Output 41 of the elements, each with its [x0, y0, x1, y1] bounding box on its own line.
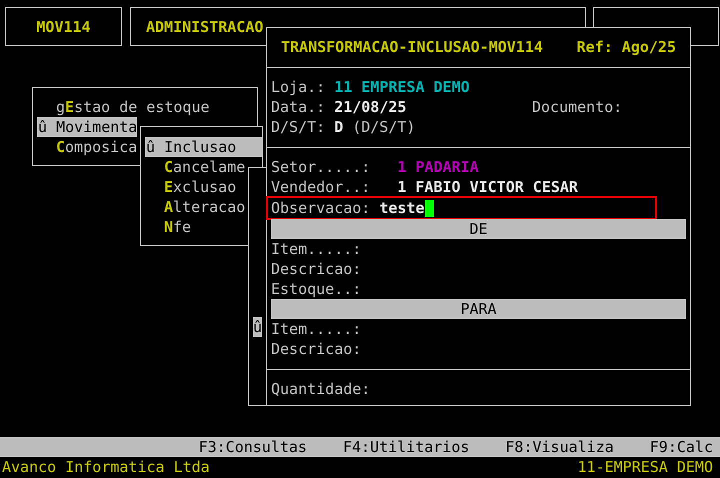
- company-name: Avanco Informatica Ltda: [2, 457, 210, 477]
- field-value: D: [334, 117, 344, 137]
- field-value: 21/08/25: [334, 97, 406, 117]
- menu-item[interactable]: Exclusao: [163, 177, 236, 197]
- field-label: Documento:: [532, 97, 622, 117]
- field-value: 11 EMPRESA DEMO: [334, 77, 470, 97]
- menu-item[interactable]: û Inclusao: [145, 137, 262, 157]
- field-label: Estoque..:: [271, 279, 362, 299]
- module-name: ADMINISTRACAO: [146, 16, 264, 36]
- section-header: PARA: [271, 299, 686, 319]
- field-label: D/S/T:: [271, 117, 326, 137]
- field-label: Vendedor..:: [271, 177, 370, 197]
- menu-item[interactable]: Alteracao: [163, 197, 246, 217]
- menu-item[interactable]: Cancelame: [163, 157, 246, 177]
- menu-item[interactable]: Nfe: [163, 217, 192, 237]
- field-label: Quantidade:: [271, 379, 370, 399]
- marker-glyph: û: [253, 317, 262, 337]
- menu-item[interactable]: gEstao de estoque: [55, 97, 210, 117]
- field-label: Item.....:: [271, 239, 362, 259]
- function-key[interactable]: F3:Consultas: [198, 437, 307, 457]
- field-hint: (D/S/T): [352, 117, 416, 137]
- section-header: DE: [271, 219, 686, 239]
- function-key[interactable]: F8:Visualiza: [505, 437, 614, 457]
- field-value: 1 FABIO VICTOR CESAR: [397, 177, 578, 197]
- input-value[interactable]: teste: [379, 198, 424, 218]
- field-label: Setor.....:: [271, 157, 370, 177]
- reference-period: Ref: Ago/25: [576, 37, 676, 57]
- menu-item[interactable]: Composica: [55, 137, 138, 157]
- field-label: Loja.:: [271, 77, 326, 97]
- function-key[interactable]: F9:Calc: [650, 437, 713, 457]
- function-key[interactable]: F4:Utilitarios: [342, 437, 470, 457]
- field-label: Item.....:: [271, 319, 362, 339]
- program-code: MOV114: [36, 16, 91, 36]
- field-value: 1 PADARIA: [397, 157, 479, 177]
- field-label: Observacao:: [271, 198, 370, 218]
- field-label: Data.:: [271, 97, 326, 117]
- store-name: 11-EMPRESA DEMO: [578, 457, 714, 477]
- field-label: Descricao:: [271, 259, 362, 279]
- menu-item[interactable]: û Movimenta: [37, 117, 138, 137]
- field-label: Descricao:: [271, 339, 362, 359]
- form-title: TRANSFORMACAO-INCLUSAO-MOV114: [281, 37, 543, 57]
